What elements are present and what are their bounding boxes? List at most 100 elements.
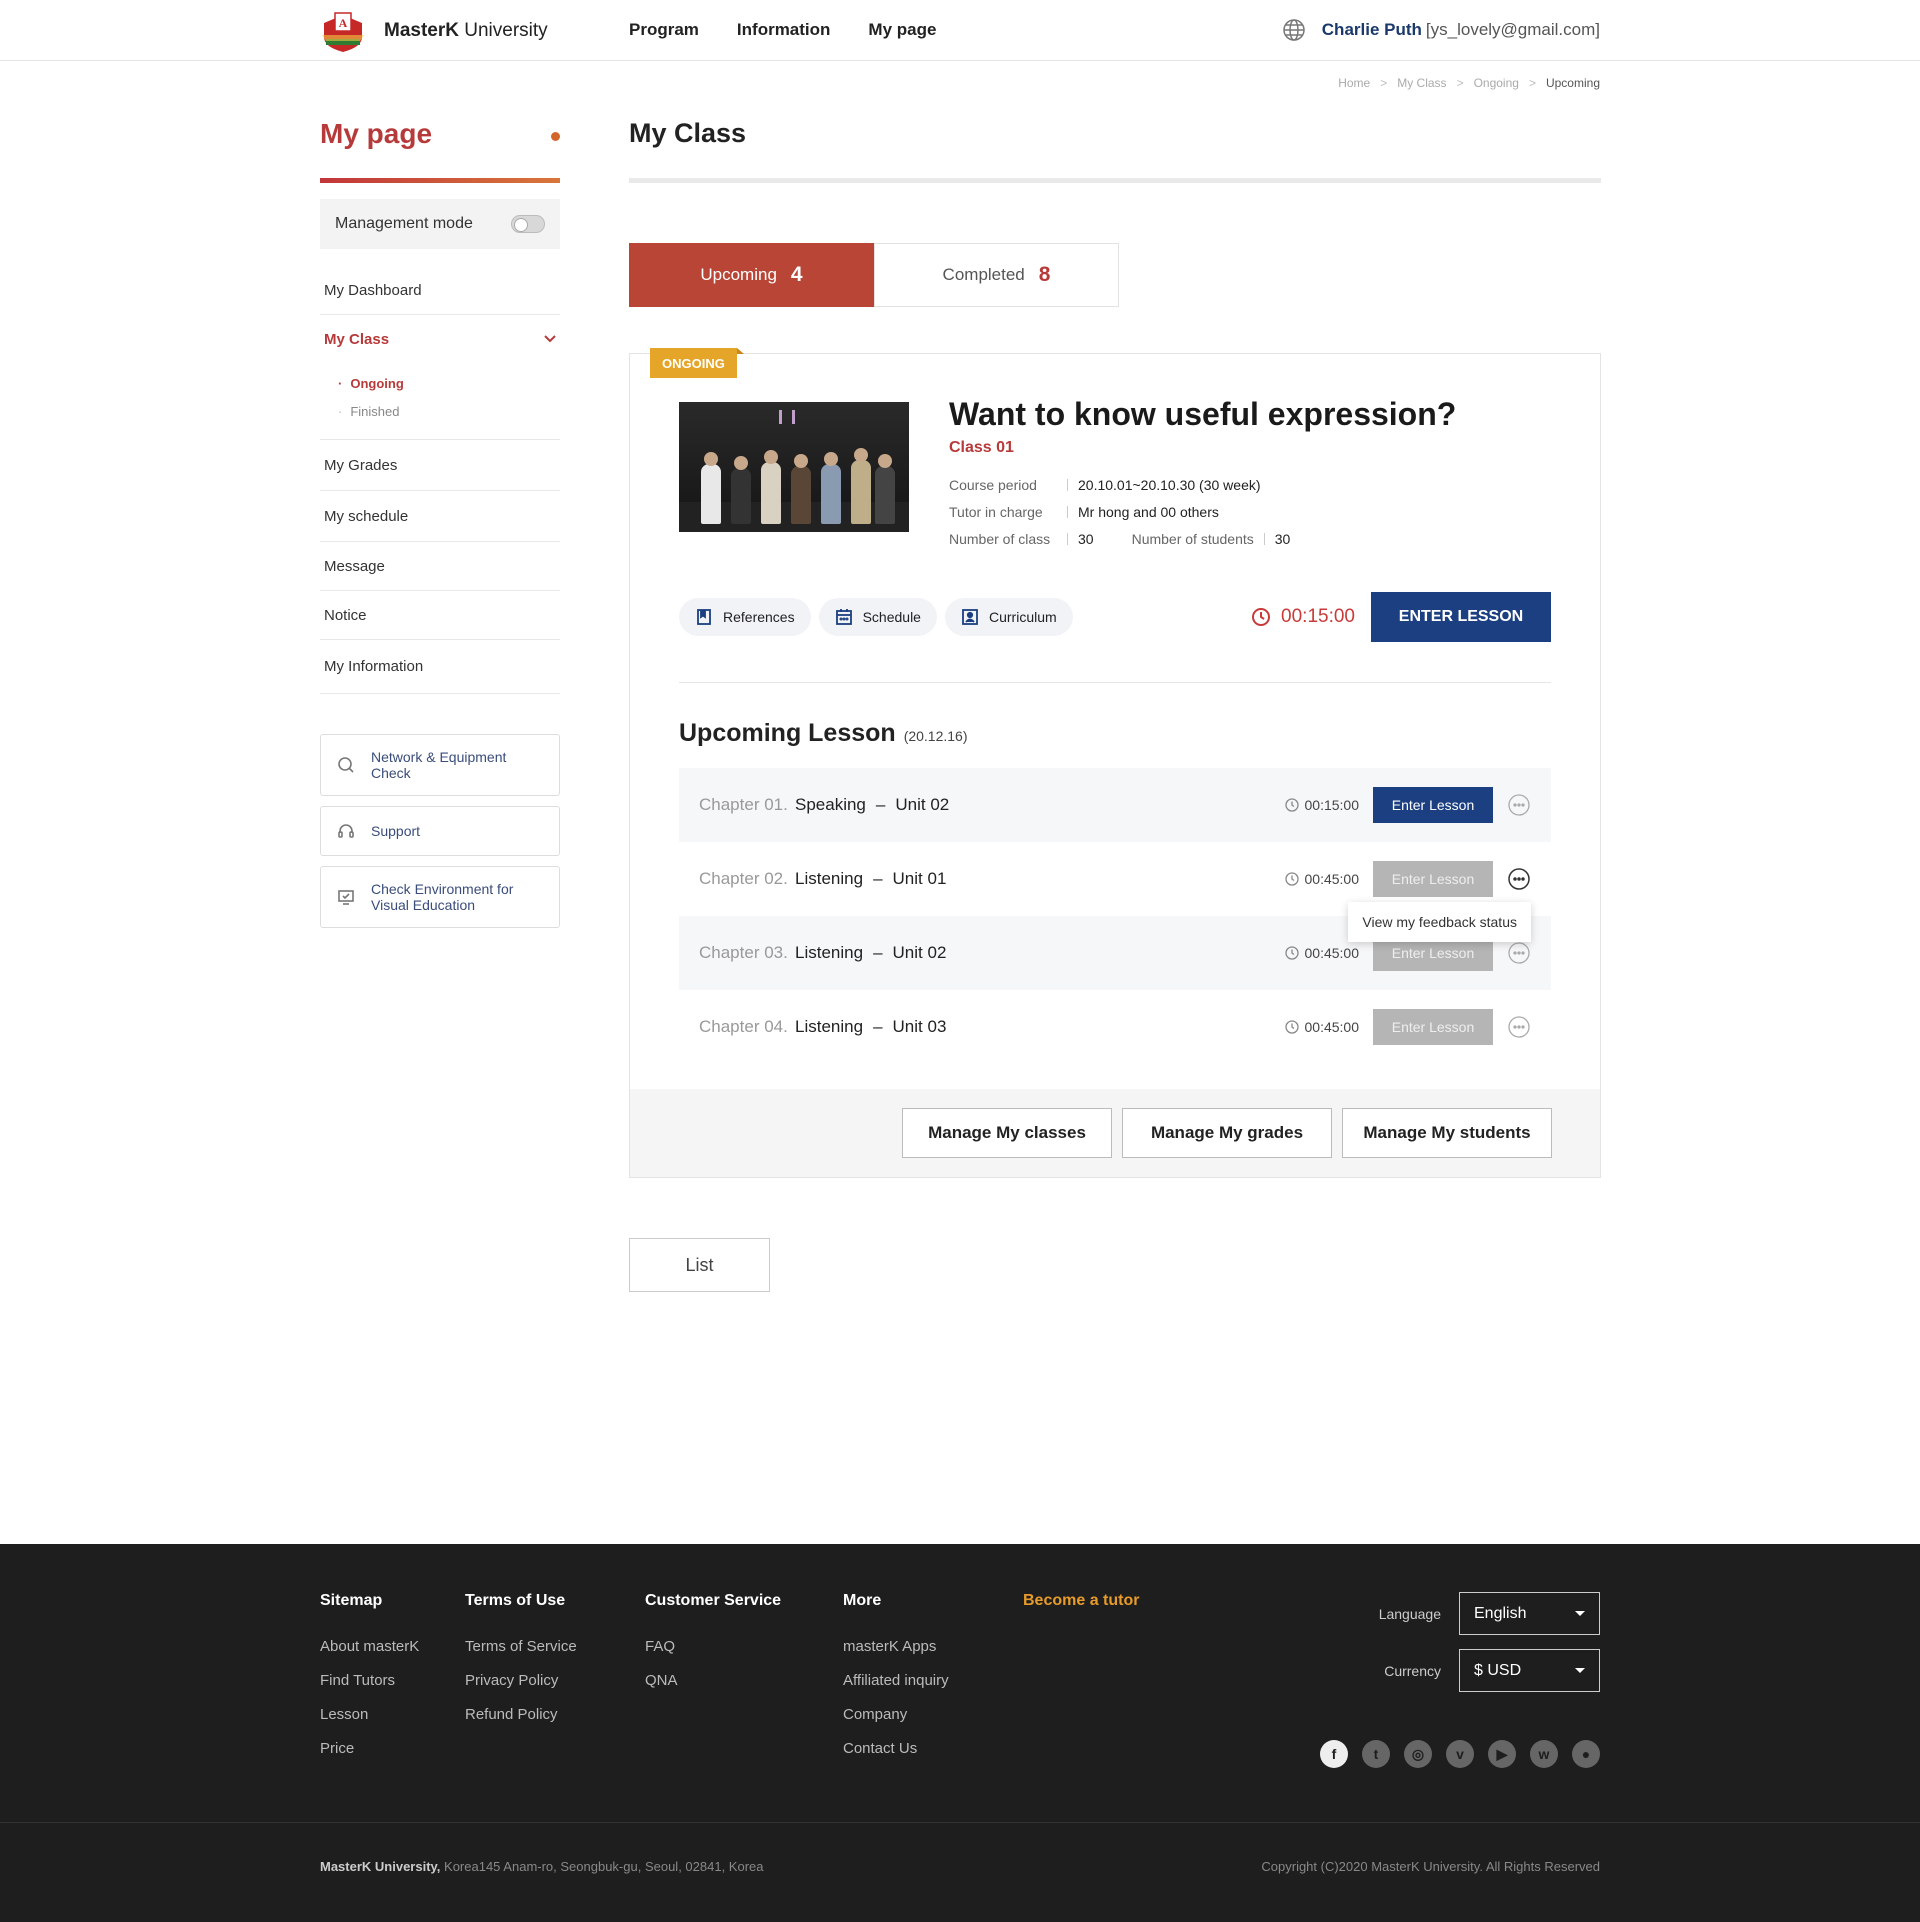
breadcrumb-home[interactable]: Home [1338,76,1370,90]
footer-link[interactable]: Affiliated inquiry [843,1672,1023,1689]
network-check-button[interactable]: Network & Equipment Check [320,734,560,796]
address: MasterK University, Korea145 Anam-ro, Se… [320,1859,764,1874]
footer-col-more: More masterK Apps Affiliated inquiry Com… [843,1592,1023,1774]
breadcrumb-current: Upcoming [1545,76,1600,90]
search-icon [338,757,354,773]
global-nav: Program Information My page [629,20,936,40]
footer-link[interactable]: Refund Policy [465,1706,645,1723]
clock-icon [1252,608,1271,626]
logo[interactable]: A MasterK University [320,9,548,53]
support-button[interactable]: Support [320,806,560,856]
upcoming-lesson-header: Upcoming Lesson (20.12.16) [679,719,1551,748]
manage-grades-button[interactable]: Manage My grades [1122,1108,1332,1158]
clock-icon [1284,872,1299,886]
title-underline [320,178,560,183]
footer-link[interactable]: Privacy Policy [465,1672,645,1689]
lesson-enter-button[interactable]: Enter Lesson [1373,861,1493,897]
breadcrumb-ongoing[interactable]: Ongoing [1474,76,1519,90]
instagram-icon[interactable]: ◎ [1404,1740,1432,1768]
lesson-enter-button[interactable]: Enter Lesson [1373,787,1493,823]
references-button[interactable]: References [679,598,811,636]
breadcrumb-my-class[interactable]: My Class [1397,76,1446,90]
sidebar-subnav: · Ongoing · Finished [320,363,560,440]
footer-link[interactable]: Contact Us [843,1740,1023,1757]
curriculum-button[interactable]: Curriculum [944,598,1073,636]
chevron-down-icon [544,335,556,343]
subnav-ongoing[interactable]: · Ongoing [338,369,560,397]
more-options-icon[interactable] [1507,1015,1531,1039]
nav-my-page[interactable]: My page [868,20,936,40]
nav-program[interactable]: Program [629,20,699,40]
breadcrumb: Home > My Class > Ongoing > Upcoming [1338,76,1600,90]
youtube-icon[interactable]: ▶ [1488,1740,1516,1768]
footer-link[interactable]: Find Tutors [320,1672,465,1689]
clock-icon [1284,946,1299,960]
nav-information[interactable]: Information [737,20,831,40]
tab-completed[interactable]: Completed 8 [874,243,1119,307]
sidebar-item-my-information[interactable]: My Information [320,640,560,694]
sidebar-item-schedule[interactable]: My schedule [320,491,560,542]
footer-link[interactable]: FAQ [645,1638,843,1655]
language-dropdown[interactable]: English [1459,1592,1600,1635]
upcoming-lesson-date: (20.12.16) [903,728,968,744]
book-icon [697,609,711,625]
copyright: Copyright (C)2020 MasterK University. Al… [1261,1859,1600,1874]
tutor: Mr hong and 00 others [1078,503,1219,520]
lesson-time: 00:45:00 [1284,1019,1359,1035]
main-content: My Class Upcoming4 Completed8 ONGOING [629,118,1601,1292]
sidebar-item-notice[interactable]: Notice [320,591,560,640]
globe-icon[interactable] [1282,18,1306,42]
check-environment-button[interactable]: Check Environment for Visual Education [320,866,560,928]
section-divider [679,682,1551,683]
vk-icon[interactable]: v [1446,1740,1474,1768]
footer-link[interactable]: masterK Apps [843,1638,1023,1655]
class-card: ONGOING Want to know useful expression? [629,348,1601,1178]
more-options-icon[interactable] [1507,941,1531,965]
lesson-time: 00:15:00 [1284,797,1359,813]
class-actions: References Schedule Curriculum 00:15:00 … [679,592,1551,642]
sidebar-item-grades[interactable]: My Grades [320,440,560,491]
lesson-time: 00:45:00 [1284,871,1359,887]
facebook-icon[interactable]: f [1320,1740,1348,1768]
lesson-time: 00:45:00 [1284,945,1359,961]
class-meta: Course period 20.10.01~20.10.30 (30 week)… [949,476,1291,547]
feedback-popup[interactable]: View my feedback status [1348,902,1531,942]
sidebar-nav: My Dashboard My Class · Ongoing · Finished… [320,267,560,694]
tab-upcoming[interactable]: Upcoming 4 [629,243,874,307]
enter-lesson-button[interactable]: ENTER LESSON [1371,592,1551,642]
footer-links: Sitemap About masterK Find Tutors Lesson… [320,1592,1139,1774]
manage-students-button[interactable]: Manage My students [1342,1108,1552,1158]
more-options-icon[interactable] [1507,867,1531,891]
lesson-row: Chapter 04. Listening – Unit 03 00:45:00 E… [679,990,1551,1064]
more-options-icon[interactable] [1507,793,1531,817]
footer-link[interactable]: Lesson [320,1706,465,1723]
lesson-enter-button[interactable]: Enter Lesson [1373,1009,1493,1045]
list-button[interactable]: List [629,1238,770,1292]
course-period: 20.10.01~20.10.30 (30 week) [1078,476,1261,493]
wechat-icon[interactable]: ● [1572,1740,1600,1768]
class-thumbnail [679,402,909,532]
become-tutor-link[interactable]: Become a tutor [1023,1592,1139,1610]
sidebar-boxes: Network & Equipment Check Support Check … [320,734,560,928]
footer-link[interactable]: Terms of Service [465,1638,645,1655]
weibo-icon[interactable]: w [1530,1740,1558,1768]
manage-classes-button[interactable]: Manage My classes [902,1108,1112,1158]
footer-link[interactable]: Company [843,1706,1023,1723]
footer-link[interactable]: About masterK [320,1638,465,1655]
schedule-button[interactable]: Schedule [818,598,937,636]
status-badge: ONGOING [650,348,744,378]
sidebar-item-message[interactable]: Message [320,542,560,591]
twitter-icon[interactable]: t [1362,1740,1390,1768]
svg-text:A: A [339,16,348,30]
user-name[interactable]: Charlie Puth [1322,20,1422,40]
sidebar: My page Management mode My Dashboard My … [320,118,560,938]
currency-dropdown[interactable]: $ USD [1459,1649,1600,1692]
monitor-check-icon [338,890,354,905]
footer-link[interactable]: QNA [645,1672,843,1689]
footer-link[interactable]: Price [320,1740,465,1757]
sidebar-item-my-class[interactable]: My Class [320,315,560,363]
management-mode-toggle[interactable] [511,215,545,233]
sidebar-item-dashboard[interactable]: My Dashboard [320,267,560,315]
subnav-finished[interactable]: · Finished [338,397,560,425]
social-links: f t ◎ v ▶ w ● [1320,1740,1600,1768]
